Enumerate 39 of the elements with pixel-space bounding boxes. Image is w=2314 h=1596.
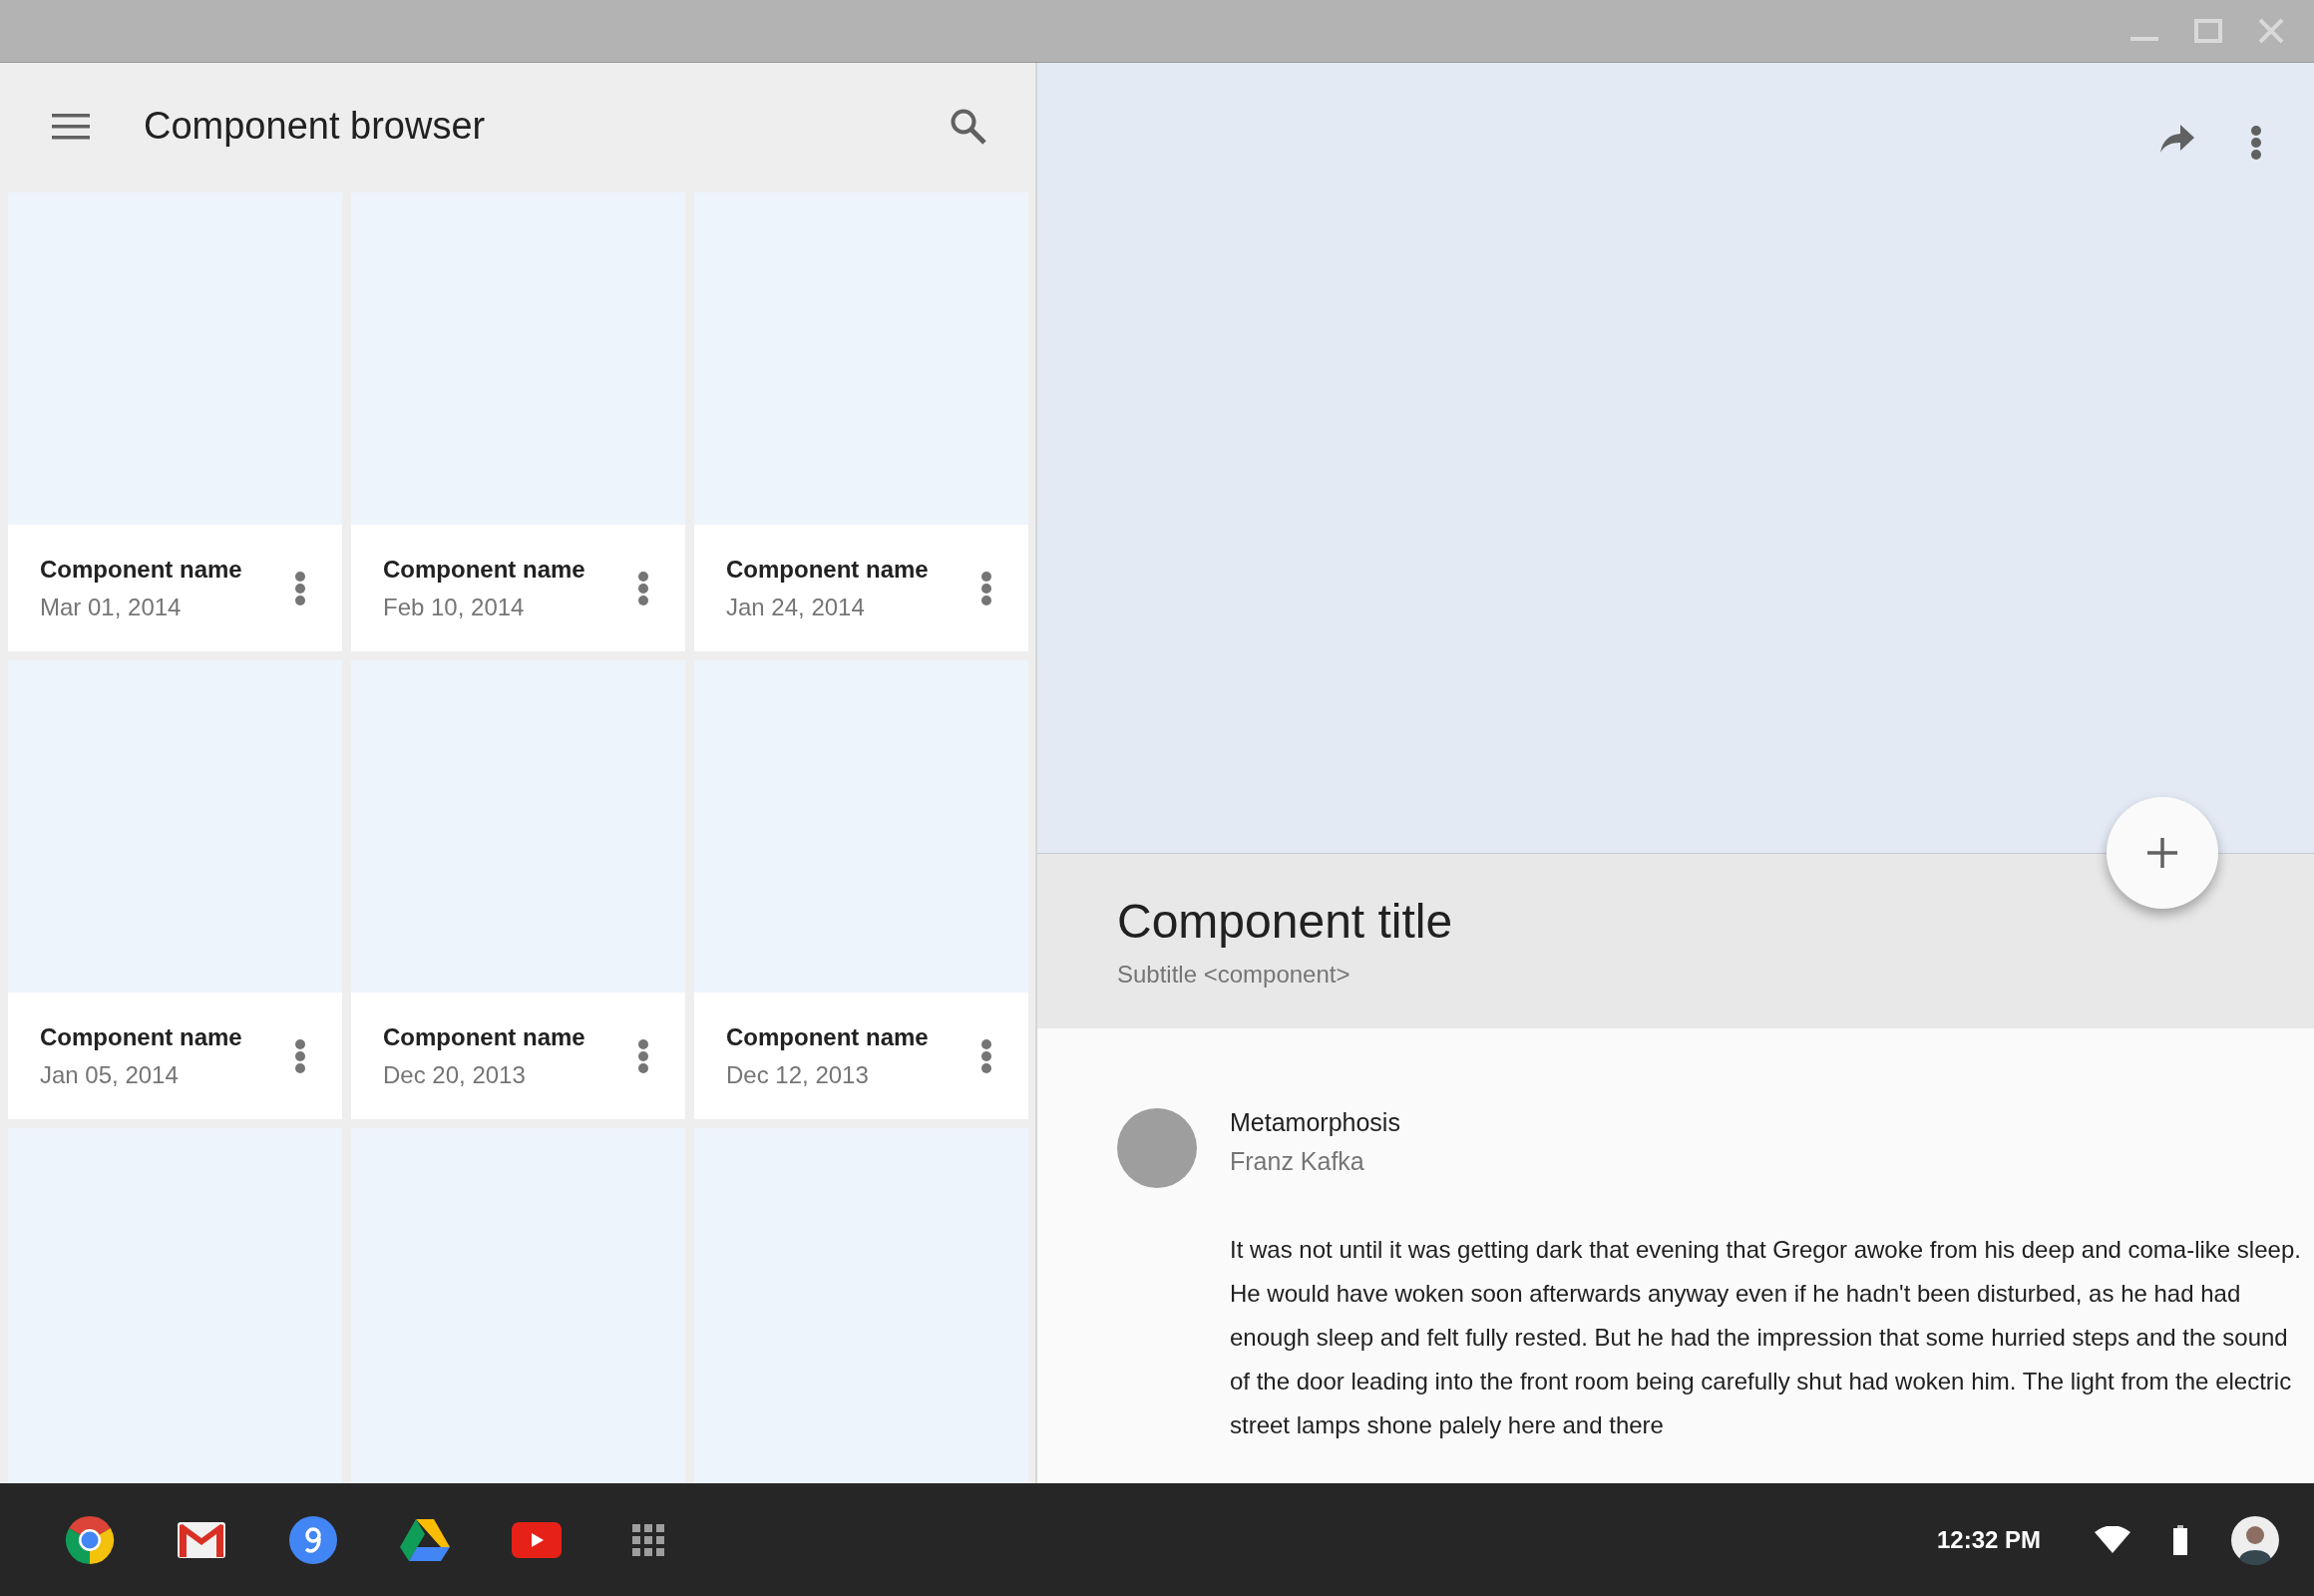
clock-time[interactable]: 12:32 PM [1936, 1525, 2041, 1554]
drive-icon[interactable] [399, 1517, 451, 1562]
more-icon[interactable] [2250, 125, 2262, 161]
card-title: Component name [383, 1022, 586, 1051]
card-date: Mar 01, 2014 [40, 593, 183, 621]
card-title: Component name [383, 555, 586, 584]
app-title: Component browser [144, 105, 487, 148]
item-title: Metamorphosis [1230, 1108, 1400, 1137]
search-icon[interactable] [950, 107, 987, 146]
more-icon[interactable] [980, 570, 992, 606]
component-title: Component title [1117, 894, 1454, 949]
plus-icon [2147, 838, 2177, 868]
more-icon[interactable] [294, 570, 306, 606]
item-author: Franz Kafka [1230, 1147, 1365, 1176]
battery-icon[interactable] [2172, 1524, 2188, 1555]
mail-icon[interactable] [177, 1520, 226, 1559]
video-play-icon[interactable] [512, 1521, 562, 1558]
menu-icon[interactable] [52, 113, 90, 140]
share-icon[interactable] [2160, 125, 2194, 153]
card-date: Jan 05, 2014 [40, 1060, 180, 1089]
wifi-icon[interactable] [2095, 1525, 2130, 1554]
app-launcher-icon[interactable] [632, 1523, 664, 1556]
card-title: Component name [40, 555, 243, 584]
component-subtitle: Subtitle <component> [1117, 961, 1351, 989]
card-date: Dec 12, 2013 [726, 1060, 870, 1089]
card-date: Feb 10, 2014 [383, 593, 526, 621]
card-date: Jan 24, 2014 [726, 593, 866, 621]
more-icon[interactable] [637, 570, 649, 606]
body-paragraph: It was not until it was getting dark that evening that Gregor awoke from his deep and coma-like sleep. He would have woken soon afterwards anyway even if he hadn't been disturbed, as he had had enough sleep and felt fully rested. But he had the impression that some hurried steps and the sound of the door leading into the front room being carefully shut had woken him. The light from the electric street lamps shone palely here and there [1230, 1235, 2302, 1440]
more-icon[interactable] [637, 1037, 649, 1074]
chrome-icon[interactable] [65, 1514, 115, 1565]
more-icon[interactable] [980, 1037, 992, 1074]
card-title: Component name [726, 555, 930, 584]
card-title: Component name [726, 1022, 930, 1051]
search-app-icon[interactable] [288, 1514, 338, 1565]
avatar-icon[interactable] [2230, 1514, 2280, 1565]
card-date: Dec 20, 2013 [383, 1060, 527, 1089]
more-icon[interactable] [294, 1037, 306, 1074]
card-title: Component name [40, 1022, 243, 1051]
